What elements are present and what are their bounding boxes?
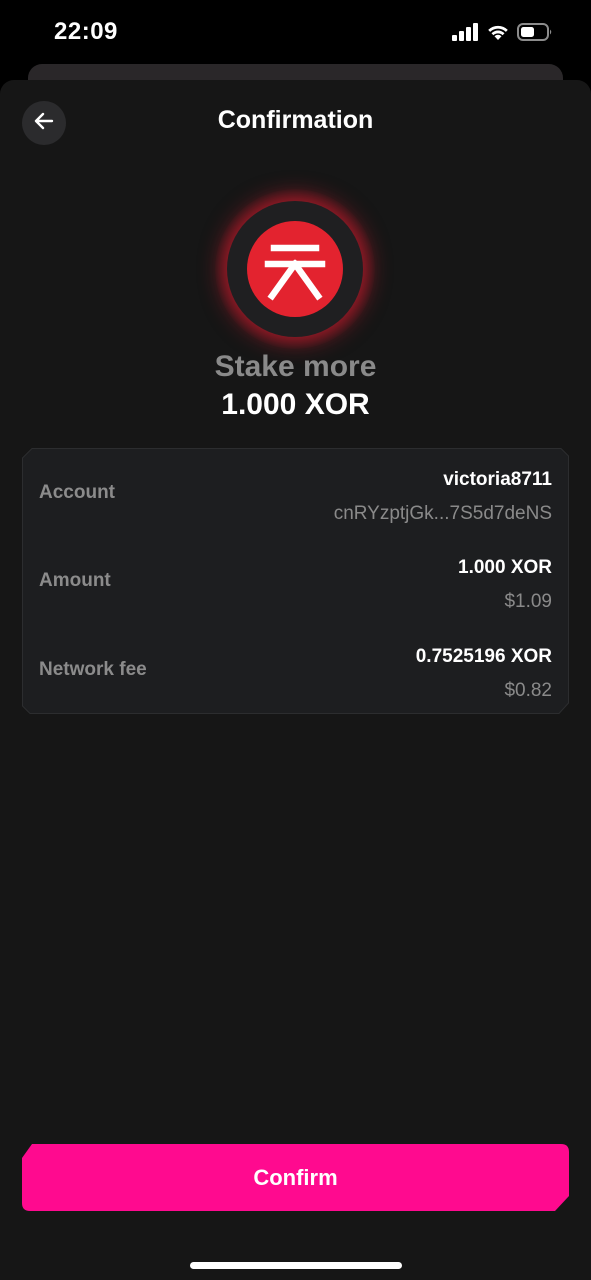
account-name: victoria8711 xyxy=(443,469,552,490)
operation-amount: 1.000 XOR xyxy=(221,388,370,421)
status-time: 22:09 xyxy=(54,18,118,45)
page-title: Confirmation xyxy=(217,106,374,134)
account-address[interactable]: cnRYzptjGk...7S5d7deNS xyxy=(334,503,552,525)
amount-row: Amount 1.000 XOR $1.09 xyxy=(22,536,569,616)
confirm-button-label: Confirm xyxy=(253,1164,338,1190)
status-bar: 22:09 xyxy=(0,0,591,68)
network-fee-fiat: $0.82 xyxy=(504,680,552,701)
wifi-icon xyxy=(486,23,510,46)
home-indicator[interactable] xyxy=(190,1262,402,1269)
account-row: Account victoria8711 cnRYzptjGk...7S5d7d… xyxy=(22,448,569,528)
network-fee-row: Network fee 0.7525196 XOR $0.82 xyxy=(22,625,569,705)
signal-icon xyxy=(452,22,479,46)
status-icons xyxy=(452,22,553,46)
network-fee-value: 0.7525196 XOR xyxy=(415,646,552,667)
account-label: Account xyxy=(39,482,115,503)
details-card: Account victoria8711 cnRYzptjGk...7S5d7d… xyxy=(22,448,569,714)
network-fee-label: Network fee xyxy=(39,659,147,680)
amount-value: 1.000 XOR xyxy=(458,557,552,578)
screen: 22:09 Confirmation Stake more 1.000 XOR … xyxy=(0,0,591,1280)
token-logo xyxy=(227,201,363,337)
xor-token-icon xyxy=(247,221,343,317)
operation-label: Stake more xyxy=(214,350,377,383)
amount-fiat: $1.09 xyxy=(504,591,552,612)
confirm-button[interactable]: Confirm xyxy=(22,1144,569,1211)
battery-icon xyxy=(517,22,553,46)
amount-label: Amount xyxy=(39,570,111,591)
